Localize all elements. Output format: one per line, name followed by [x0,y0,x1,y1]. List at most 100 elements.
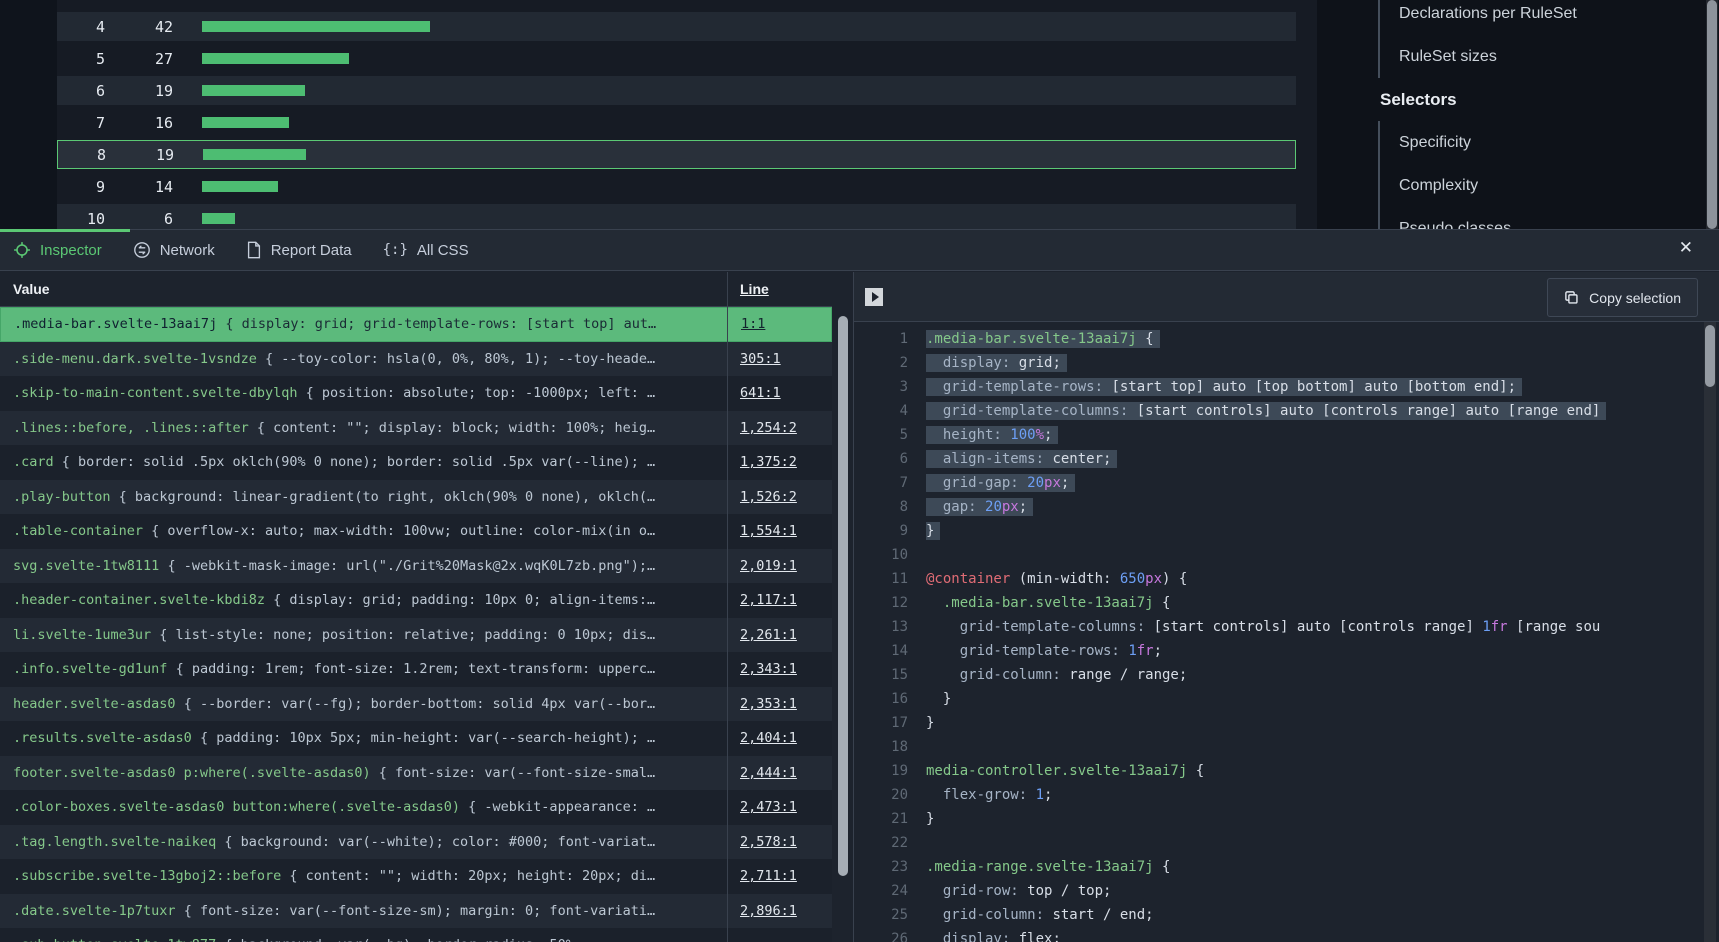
chart-row-9[interactable]: 914 [57,172,1296,201]
tab-report-data[interactable]: Report Data [246,241,352,259]
sidebar-item-declarations-per-ruleset[interactable]: Declarations per RuleSet [1378,0,1719,35]
code-line-text[interactable]: grid-column: start / end; [926,906,1160,924]
line-link[interactable]: 2,404:1 [740,730,797,746]
code-line-text[interactable]: } [926,810,940,828]
sidebar-item-selectors[interactable]: Selectors [1317,78,1719,121]
line-number: 11 [854,571,908,587]
line-link[interactable]: 2,019:1 [740,558,797,574]
line-link[interactable]: 2,261:1 [740,627,797,643]
table-row[interactable]: .media-bar.svelte-13aai7j { display: gri… [0,307,832,342]
table-row[interactable]: .subscribe.svelte-13gboj2::before { cont… [0,859,832,894]
table-row[interactable]: .date.svelte-1p7tuxr { font-size: var(--… [0,894,832,929]
line-link[interactable]: 2,117:1 [740,592,797,608]
table-scrollbar-thumb[interactable] [838,316,848,876]
code-line-text[interactable]: } [926,690,957,708]
line-link[interactable]: 305:1 [740,351,781,367]
code-line-text[interactable]: } [926,522,940,540]
code-line-text[interactable]: grid-template-rows: [start top] auto [to… [926,378,1522,396]
ruleset-size-label: 10 [57,210,105,228]
table-row[interactable]: .color-boxes.svelte-asdas0 button:where(… [0,790,832,825]
line-link[interactable]: 2,444:1 [740,765,797,781]
code-line-text[interactable]: .media-bar.svelte-13aai7j { [926,330,1160,348]
table-row[interactable]: header.svelte-asdas0 { --border: var(--f… [0,687,832,722]
ruleset-count-value: 16 [105,114,173,132]
code-line: 13 grid-template-columns: [start control… [854,615,1719,639]
code-line-text[interactable]: display: flex; [926,930,1067,942]
sidebar-item-specificity[interactable]: Specificity [1378,121,1719,164]
close-panel-button[interactable]: ✕ [1679,238,1693,258]
chart-row-5[interactable]: 527 [57,44,1296,73]
ruleset-count-bar [202,53,349,64]
code-scrollbar [1704,322,1716,942]
table-row[interactable]: .play-button { background: linear-gradie… [0,480,832,515]
code-line-text[interactable]: grid-template-rows: 1fr; [926,642,1168,660]
chart-row-10[interactable]: 106 [57,204,1296,229]
tab-inspector[interactable]: Inspector [13,241,102,259]
table-row[interactable]: li.svelte-1ume3ur { list-style: none; po… [0,618,832,653]
table-row[interactable]: footer.svelte-asdas0 p:where(.svelte-asd… [0,756,832,791]
table-row[interactable]: .skip-to-main-content.svelte-dbylqh { po… [0,376,832,411]
code-line-text[interactable]: } [926,714,940,732]
code-line-text[interactable]: .media-bar.svelte-13aai7j { [926,594,1176,612]
column-header-line[interactable]: Line [740,281,769,297]
sidebar-item-ruleset-sizes[interactable]: RuleSet sizes [1378,35,1719,78]
line-link[interactable]: 1,526:2 [740,489,797,505]
tab-all-css[interactable]: {:}All CSS [383,242,469,259]
code-line-text[interactable]: flex-grow: 1; [926,786,1058,804]
chart-row-7[interactable]: 716 [57,108,1296,137]
sidebar-item-complexity[interactable]: Complexity [1378,164,1719,207]
table-row[interactable]: svg.svelte-1tw8111 { -webkit-mask-image:… [0,549,832,584]
code-line: 17} [854,711,1719,735]
line-link[interactable]: 2,343:1 [740,661,797,677]
line-link[interactable]: 1,375:2 [740,454,797,470]
line-link[interactable]: 2,711:1 [740,868,797,884]
rule-selector: .media-bar.svelte-13aai7j [14,316,217,332]
code-line-text[interactable] [926,554,932,556]
table-row[interactable]: .info.svelte-gd1unf { padding: 1rem; fon… [0,652,832,687]
line-link[interactable]: 1,554:1 [740,523,797,539]
line-link[interactable]: 641:1 [740,385,781,401]
code-line-text[interactable]: media-controller.svelte-13aai7j { [926,762,1210,780]
code-line-text[interactable] [926,842,932,844]
code-line-text[interactable]: @container (min-width: 650px) { [926,570,1193,588]
chart-row-6[interactable]: 619 [57,76,1296,105]
line-link[interactable]: 1,254:2 [740,420,797,436]
line-number: 19 [854,763,908,779]
code-line-text[interactable]: grid-template-columns: [start controls] … [926,618,1606,636]
code-line-text[interactable]: grid-template-columns: [start controls] … [926,402,1606,420]
line-link[interactable]: 2,896:1 [740,903,797,919]
sidebar-item-pseudo-classes[interactable]: Pseudo classes [1378,207,1719,229]
code-line-text[interactable]: grid-column: range / range; [926,666,1193,684]
code-line-text[interactable]: align-items: center; [926,450,1117,468]
code-line-text[interactable]: gap: 20px; [926,498,1033,516]
code-line-text[interactable]: grid-row: top / top; [926,882,1117,900]
table-row[interactable]: .tag.length.svelte-naikeq { background: … [0,825,832,860]
code-line-text[interactable]: height: 100%; [926,426,1058,444]
code-line-text[interactable]: grid-gap: 20px; [926,474,1075,492]
ruleset-count-bar [202,21,430,32]
table-row[interactable]: .results.svelte-asdas0 { padding: 10px 5… [0,721,832,756]
sidebar-toggle-icon[interactable] [865,288,883,306]
tab-network[interactable]: Network [133,241,215,259]
table-row-partial[interactable]: .sub-button.svelte-1tw877 { background: … [0,928,832,942]
sidebar-scrollbar-thumb[interactable] [1707,0,1717,229]
code-line: 11 @container (min-width: 650px) { [854,567,1719,591]
chart-row-4[interactable]: 442 [57,12,1296,41]
table-row[interactable]: .table-container { overflow-x: auto; max… [0,514,832,549]
table-row[interactable]: .lines::before, .lines::after { content:… [0,411,832,446]
copy-selection-button[interactable]: Copy selection [1547,278,1698,317]
chart-row-8[interactable]: 819 [57,140,1296,169]
code-line-text[interactable] [926,746,932,748]
ruleset-size-label: 8 [58,146,106,164]
code-line: 6 align-items: center; [854,447,1719,471]
table-row[interactable]: .side-menu.dark.svelte-1vsndze { --toy-c… [0,342,832,377]
line-link[interactable]: 2,473:1 [740,799,797,815]
code-line-text[interactable]: display: grid; [926,354,1067,372]
line-link[interactable]: 2,353:1 [740,696,797,712]
table-row[interactable]: .card { border: solid .5px oklch(90% 0 n… [0,445,832,480]
line-link[interactable]: 1:1 [741,316,765,332]
line-link[interactable]: 2,578:1 [740,834,797,850]
code-line-text[interactable]: .media-range.svelte-13aai7j { [926,858,1176,876]
table-row[interactable]: .header-container.svelte-kbdi8z { displa… [0,583,832,618]
code-scrollbar-thumb[interactable] [1705,325,1715,387]
